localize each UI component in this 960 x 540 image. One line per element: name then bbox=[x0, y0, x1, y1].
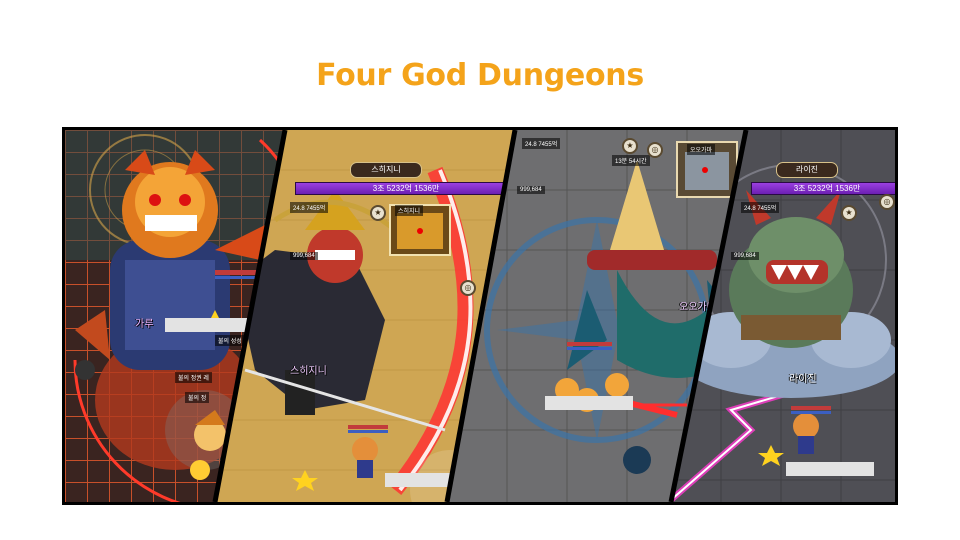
page-title: Four God Dungeons bbox=[316, 58, 644, 93]
dungeon-screenshot-collage: 가루 불의 성성 불의 정권 레 불의 정 스히지니 3조 5232억 1536… bbox=[62, 127, 898, 505]
panel-separators bbox=[212, 130, 749, 502]
